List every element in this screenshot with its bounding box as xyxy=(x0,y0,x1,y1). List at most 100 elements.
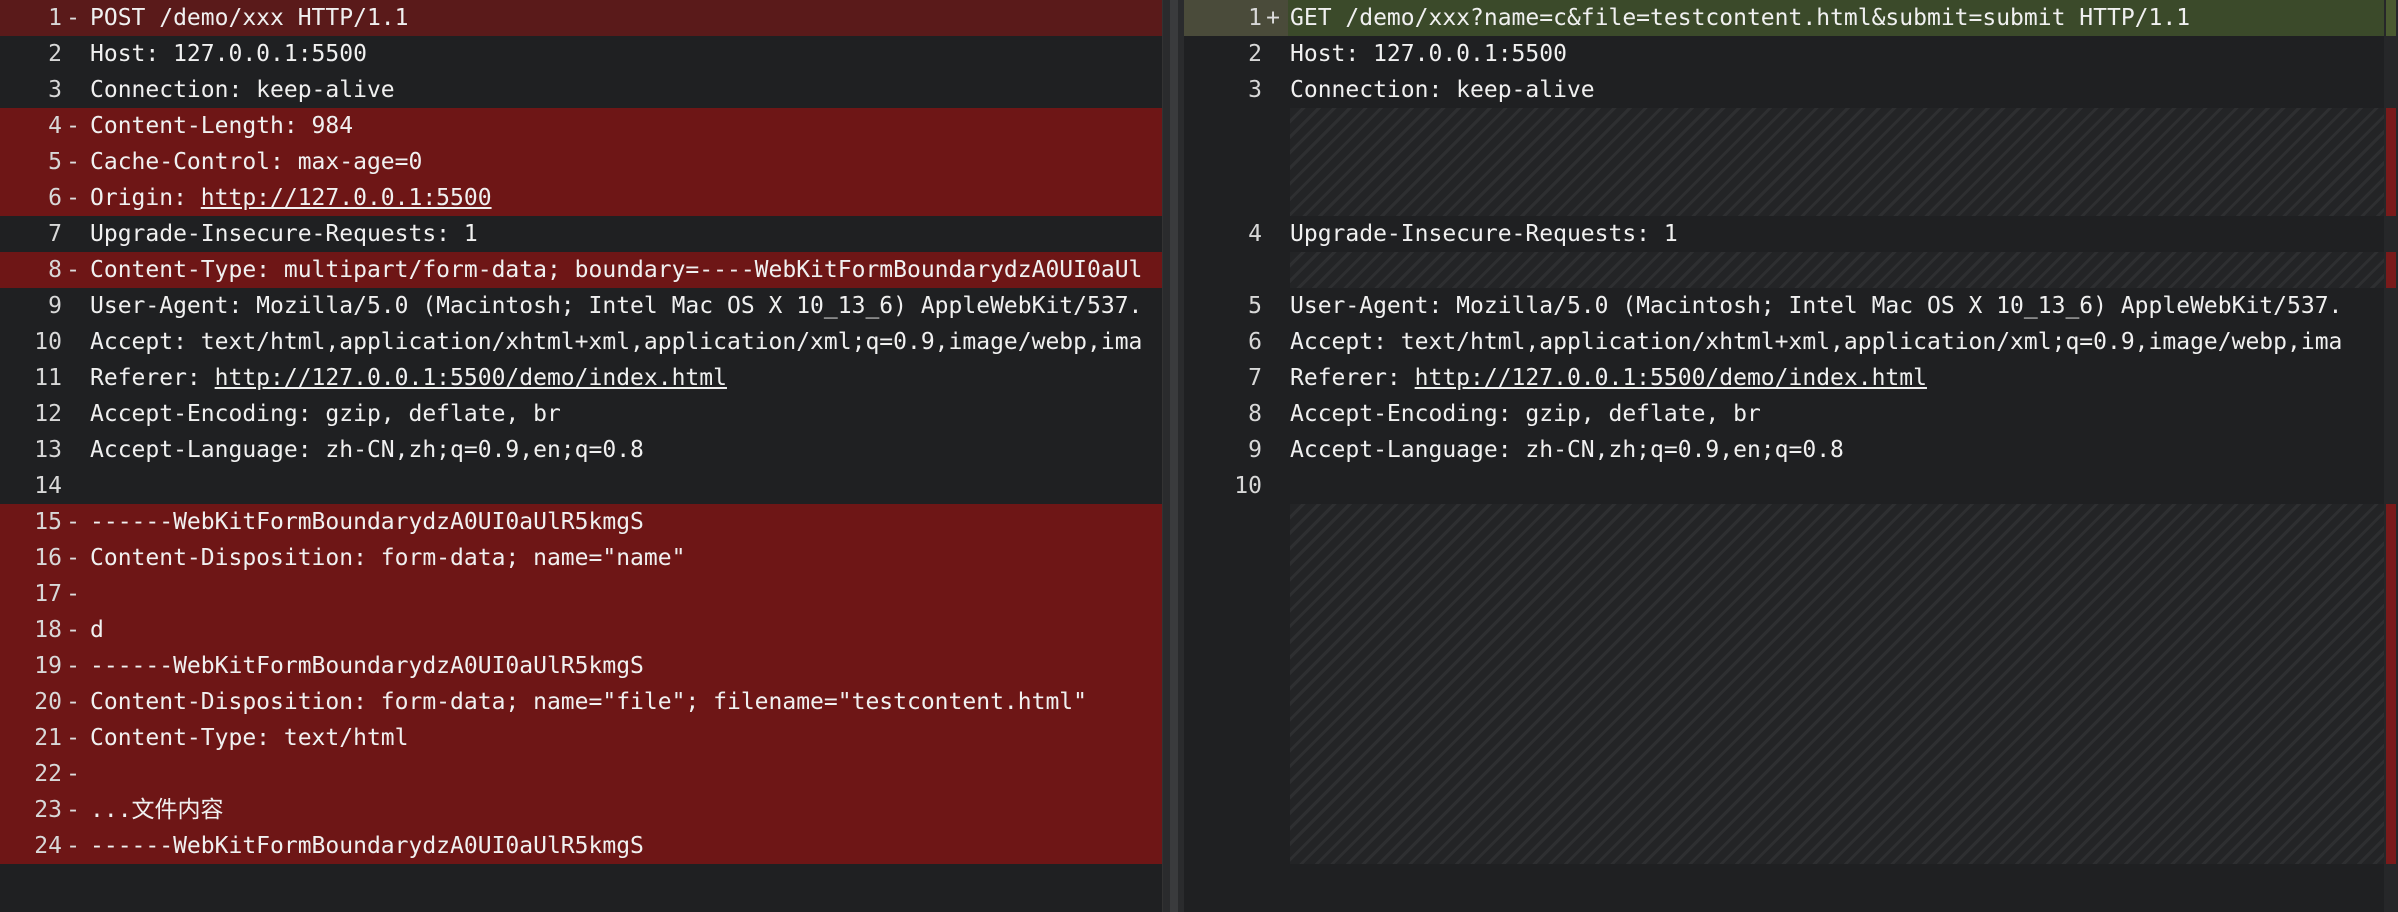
line-number: 24 xyxy=(34,833,62,859)
header-name: Referer: xyxy=(90,365,215,391)
url-link[interactable]: http://127.0.0.1:5500 xyxy=(201,185,492,211)
code-text: Connection: keep-alive xyxy=(90,77,395,103)
diff-marker: - xyxy=(66,185,80,211)
code-text: Content-Disposition: form-data; name="na… xyxy=(90,545,686,571)
scrollbar-thumb[interactable] xyxy=(1170,0,1178,912)
gutter: 15- xyxy=(0,504,88,540)
gutter: 17- xyxy=(0,576,88,612)
code-text: ------WebKitFormBoundarydzA0UI0aUlR5kmgS xyxy=(90,833,644,859)
line-left-15[interactable]: 15- ------WebKitFormBoundarydzA0UI0aUlR5k… xyxy=(0,504,1162,540)
line-number: 2 xyxy=(1248,41,1262,67)
line-number: 10 xyxy=(1234,473,1262,499)
code-text: d xyxy=(90,617,104,643)
diff-marker: - xyxy=(66,5,80,31)
line-left-11[interactable]: 11 Referer: http://127.0.0.1:5500/demo/in… xyxy=(0,360,1162,396)
gutter: 8 xyxy=(1184,396,1288,432)
line-left-6[interactable]: 6- Origin: http://127.0.0.1:5500 xyxy=(0,180,1162,216)
line-number: 6 xyxy=(48,185,62,211)
line-left-7[interactable]: 7 Upgrade-Insecure-Requests: 1 xyxy=(0,216,1162,252)
deleted-lines-placeholder xyxy=(1290,504,2384,864)
gutter: 18- xyxy=(0,612,88,648)
url-link[interactable]: http://127.0.0.1:5500/demo/index.html xyxy=(215,365,727,391)
line-left-2[interactable]: 2 Host: 127.0.0.1:5500 xyxy=(0,36,1162,72)
line-number: 12 xyxy=(34,401,62,427)
line-right-9[interactable]: 9 Accept-Language: zh-CN,zh;q=0.9,en;q=0.… xyxy=(1184,432,2398,468)
url-link[interactable]: http://127.0.0.1:5500/demo/index.html xyxy=(1415,365,1927,391)
diff-view: 1- POST /demo/xxx HTTP/1.1 2 Host: 127.0.0… xyxy=(0,0,2398,912)
line-left-21[interactable]: 21- Content-Type: text/html xyxy=(0,720,1162,756)
line-right-8[interactable]: 8 Accept-Encoding: gzip, deflate, br xyxy=(1184,396,2398,432)
deleted-lines-placeholder xyxy=(1290,108,2384,216)
diff-marker: - xyxy=(66,545,80,571)
gutter: 5- xyxy=(0,144,88,180)
code-text: User-Agent: Mozilla/5.0 (Macintosh; Inte… xyxy=(1290,293,2343,319)
gutter: 13 xyxy=(0,432,88,468)
line-number: 7 xyxy=(1248,365,1262,391)
diff-marker: + xyxy=(1266,5,1280,31)
line-right-5[interactable]: 5 User-Agent: Mozilla/5.0 (Macintosh; Int… xyxy=(1184,288,2398,324)
line-number: 9 xyxy=(48,293,62,319)
line-left-4[interactable]: 4- Content-Length: 984 xyxy=(0,108,1162,144)
line-left-10[interactable]: 10 Accept: text/html,application/xhtml+xm… xyxy=(0,324,1162,360)
line-right-7[interactable]: 7 Referer: http://127.0.0.1:5500/demo/ind… xyxy=(1184,360,2398,396)
diff-marker: - xyxy=(66,689,80,715)
code-text: Upgrade-Insecure-Requests: 1 xyxy=(1290,221,1678,247)
removed-marker xyxy=(2386,252,2396,288)
code-text: Referer: http://127.0.0.1:5500/demo/inde… xyxy=(1290,360,1927,396)
line-number: 8 xyxy=(48,257,62,283)
code-text: Accept: text/html,application/xhtml+xml,… xyxy=(1290,329,2343,355)
line-left-5[interactable]: 5- Cache-Control: max-age=0 xyxy=(0,144,1162,180)
gutter: 6 xyxy=(1184,324,1288,360)
line-right-6[interactable]: 6 Accept: text/html,application/xhtml+xml… xyxy=(1184,324,2398,360)
line-number: 4 xyxy=(48,113,62,139)
line-left-12[interactable]: 12 Accept-Encoding: gzip, deflate, br xyxy=(0,396,1162,432)
diff-overview-scrollbar[interactable] xyxy=(2384,0,2398,912)
line-number: 9 xyxy=(1248,437,1262,463)
line-number: 2 xyxy=(48,41,62,67)
line-number: 7 xyxy=(48,221,62,247)
code-text: ------WebKitFormBoundarydzA0UI0aUlR5kmgS xyxy=(90,509,644,535)
line-right-3[interactable]: 3 Connection: keep-alive xyxy=(1184,72,2398,108)
pane-divider[interactable] xyxy=(1162,0,1185,912)
gutter: 4 xyxy=(1184,216,1288,252)
right-pane[interactable]: 1 + GET /demo/xxx?name=c&file=testcontent.… xyxy=(1184,0,2398,912)
line-left-14[interactable]: 14 xyxy=(0,468,1162,504)
line-left-8[interactable]: 8- Content-Type: multipart/form-data; bou… xyxy=(0,252,1162,288)
line-left-1[interactable]: 1- POST /demo/xxx HTTP/1.1 xyxy=(0,0,1162,36)
code-text: Content-Type: text/html xyxy=(90,725,409,751)
line-left-20[interactable]: 20- Content-Disposition: form-data; name=… xyxy=(0,684,1162,720)
line-left-18[interactable]: 18- d xyxy=(0,612,1162,648)
line-right-2[interactable]: 2 Host: 127.0.0.1:5500 xyxy=(1184,36,2398,72)
diff-marker: - xyxy=(66,257,80,283)
gutter: 14 xyxy=(0,468,88,504)
line-left-24[interactable]: 24- ------WebKitFormBoundarydzA0UI0aUlR5k… xyxy=(0,828,1162,864)
line-number: 15 xyxy=(34,509,62,535)
gutter: 2 xyxy=(1184,36,1288,72)
line-left-16[interactable]: 16- Content-Disposition: form-data; name=… xyxy=(0,540,1162,576)
code-text: Content-Type: multipart/form-data; bound… xyxy=(90,257,1143,283)
line-left-23[interactable]: 23- ...文件内容 xyxy=(0,792,1162,828)
gutter: 24- xyxy=(0,828,88,864)
line-left-19[interactable]: 19- ------WebKitFormBoundarydzA0UI0aUlR5k… xyxy=(0,648,1162,684)
line-left-17[interactable]: 17- xyxy=(0,576,1162,612)
line-left-3[interactable]: 3 Connection: keep-alive xyxy=(0,72,1162,108)
line-number: 17 xyxy=(34,581,62,607)
line-right-4[interactable]: 4 Upgrade-Insecure-Requests: 1 xyxy=(1184,216,2398,252)
line-left-22[interactable]: 22- xyxy=(0,756,1162,792)
line-number: 19 xyxy=(34,653,62,679)
code-text: Accept-Encoding: gzip, deflate, br xyxy=(90,401,561,427)
line-left-9[interactable]: 9 User-Agent: Mozilla/5.0 (Macintosh; Int… xyxy=(0,288,1162,324)
line-right-10[interactable]: 10 xyxy=(1184,468,2398,504)
line-number: 1 xyxy=(1248,5,1262,31)
code-text: Host: 127.0.0.1:5500 xyxy=(1290,41,1567,67)
left-pane[interactable]: 1- POST /demo/xxx HTTP/1.1 2 Host: 127.0.0… xyxy=(0,0,1162,912)
code-text: POST /demo/xxx HTTP/1.1 xyxy=(90,5,409,31)
line-number: 16 xyxy=(34,545,62,571)
header-name: Referer: xyxy=(1290,365,1415,391)
code-text: Host: 127.0.0.1:5500 xyxy=(90,41,367,67)
gutter: 12 xyxy=(0,396,88,432)
gutter: 1- xyxy=(0,0,88,36)
line-right-1[interactable]: 1 + GET /demo/xxx?name=c&file=testcontent.… xyxy=(1184,0,2398,36)
line-left-13[interactable]: 13 Accept-Language: zh-CN,zh;q=0.9,en;q=0… xyxy=(0,432,1162,468)
line-number: 20 xyxy=(34,689,62,715)
